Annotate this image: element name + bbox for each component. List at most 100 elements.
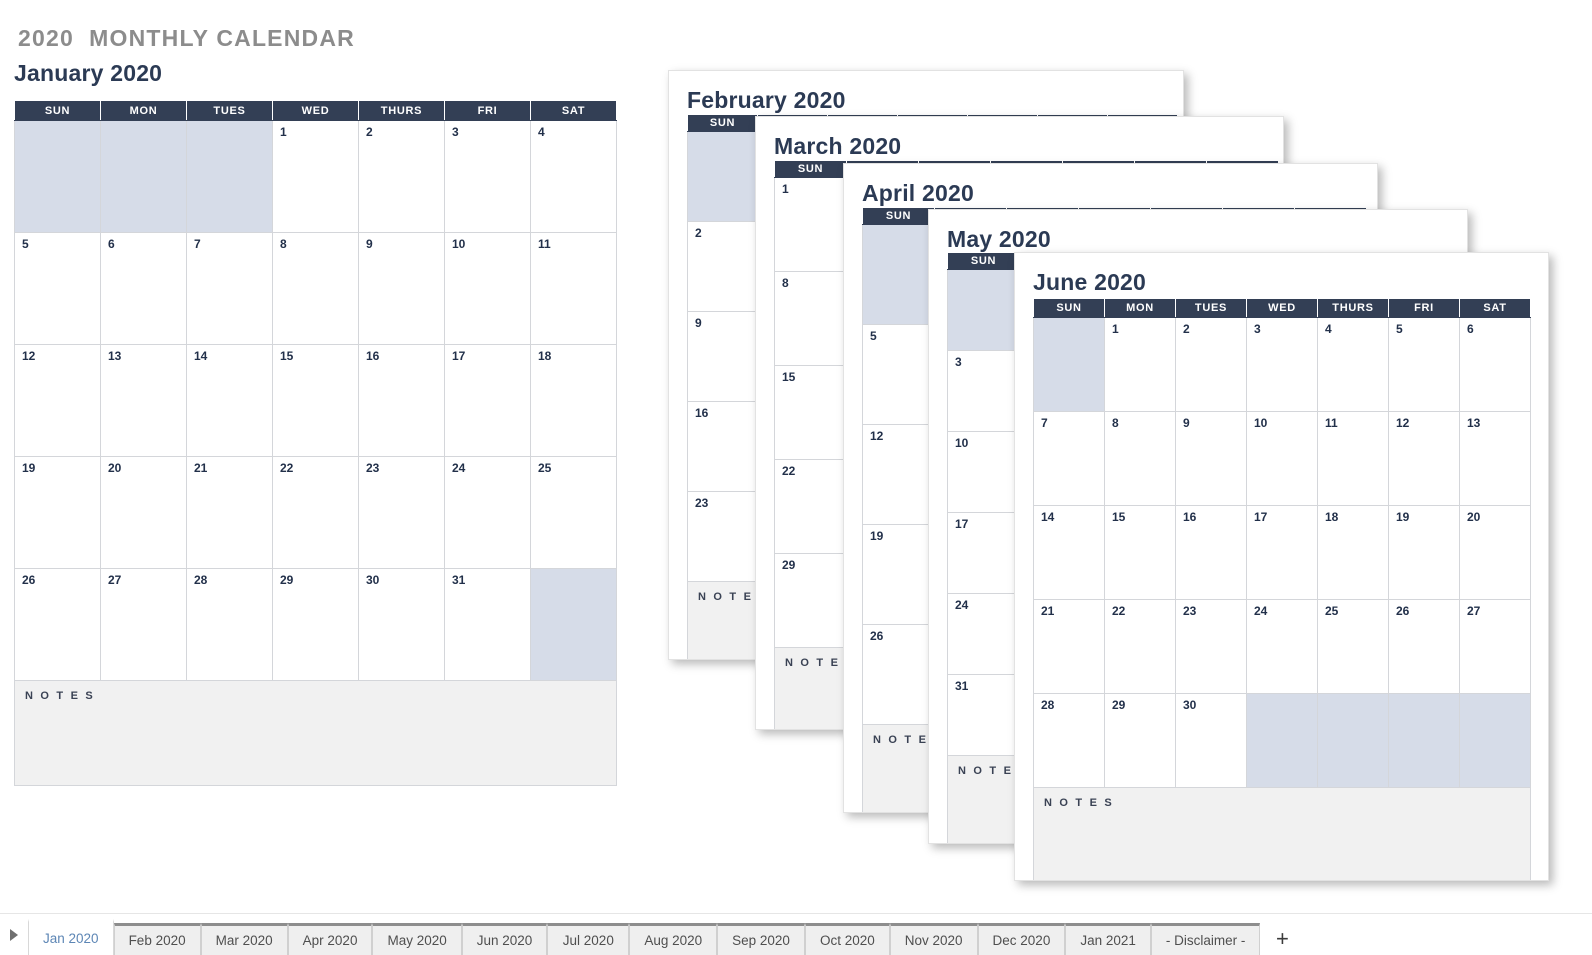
- sheet-tab-jan-2021[interactable]: Jan 2021: [1065, 923, 1151, 955]
- day-cell-29[interactable]: 29: [272, 568, 359, 681]
- notes-area[interactable]: N O T E S: [14, 680, 617, 786]
- day-cell-24[interactable]: 24: [1246, 599, 1318, 694]
- day-cell-11[interactable]: 11: [530, 232, 617, 345]
- day-cell-24[interactable]: 24: [947, 593, 1020, 675]
- day-cell-31[interactable]: 31: [444, 568, 531, 681]
- sheet-tab-mar-2020[interactable]: Mar 2020: [200, 923, 288, 955]
- day-cell-3[interactable]: 3: [947, 350, 1020, 432]
- day-cell-7[interactable]: 7: [186, 232, 273, 345]
- day-cell-2[interactable]: 2: [687, 221, 758, 312]
- day-cell-5[interactable]: 5: [862, 324, 935, 425]
- day-cell-26[interactable]: 26: [862, 624, 935, 725]
- empty-day-cell[interactable]: [1033, 317, 1105, 412]
- sheet-tab-jul-2020[interactable]: Jul 2020: [547, 923, 630, 955]
- day-cell-14[interactable]: 14: [1033, 505, 1105, 600]
- day-cell-3[interactable]: 3: [444, 120, 531, 233]
- day-cell-5[interactable]: 5: [14, 232, 101, 345]
- day-cell-11[interactable]: 11: [1317, 411, 1389, 506]
- day-cell-30[interactable]: 30: [1175, 693, 1247, 788]
- day-cell-16[interactable]: 16: [358, 344, 445, 457]
- day-cell-16[interactable]: 16: [1175, 505, 1247, 600]
- day-cell-9[interactable]: 9: [358, 232, 445, 345]
- month-sheet-june[interactable]: June 2020 SUN MON TUES WED THURS FRI SAT 1 2 3 4 5 6 7…: [1014, 252, 1549, 881]
- sheet-tab-dec-2020[interactable]: Dec 2020: [977, 923, 1066, 955]
- empty-day-cell[interactable]: [186, 120, 273, 233]
- sheet-tab-feb-2020[interactable]: Feb 2020: [113, 923, 201, 955]
- empty-day-cell[interactable]: [14, 120, 101, 233]
- day-cell-23[interactable]: 23: [687, 491, 758, 582]
- day-cell-15[interactable]: 15: [774, 365, 847, 460]
- day-cell-1[interactable]: 1: [774, 177, 847, 272]
- day-cell-20[interactable]: 20: [1459, 505, 1531, 600]
- sheet-tab-jun-2020[interactable]: Jun 2020: [461, 923, 548, 955]
- day-cell-13[interactable]: 13: [1459, 411, 1531, 506]
- day-cell-27[interactable]: 27: [100, 568, 187, 681]
- sheet-tab-may-2020[interactable]: May 2020: [372, 923, 462, 955]
- day-cell-8[interactable]: 8: [272, 232, 359, 345]
- empty-day-cell[interactable]: [1388, 693, 1460, 788]
- day-cell-29[interactable]: 29: [1104, 693, 1176, 788]
- day-cell-23[interactable]: 23: [358, 456, 445, 569]
- day-cell-7[interactable]: 7: [1033, 411, 1105, 506]
- sheet-tab-jan-2020[interactable]: Jan 2020: [28, 919, 114, 955]
- day-cell-22[interactable]: 22: [774, 459, 847, 554]
- empty-day-cell[interactable]: [1246, 693, 1318, 788]
- day-cell-27[interactable]: 27: [1459, 599, 1531, 694]
- day-cell-19[interactable]: 19: [1388, 505, 1460, 600]
- day-cell-4[interactable]: 4: [530, 120, 617, 233]
- day-cell-10[interactable]: 10: [947, 431, 1020, 513]
- day-cell-1[interactable]: 1: [272, 120, 359, 233]
- day-cell-13[interactable]: 13: [100, 344, 187, 457]
- notes-area[interactable]: N O T E S: [1033, 787, 1531, 880]
- empty-day-cell[interactable]: [530, 568, 617, 681]
- day-cell-16[interactable]: 16: [687, 401, 758, 492]
- day-cell-19[interactable]: 19: [862, 524, 935, 625]
- day-cell-6[interactable]: 6: [1459, 317, 1531, 412]
- day-cell-17[interactable]: 17: [444, 344, 531, 457]
- day-cell-6[interactable]: 6: [100, 232, 187, 345]
- day-cell-12[interactable]: 12: [14, 344, 101, 457]
- day-cell-22[interactable]: 22: [1104, 599, 1176, 694]
- day-cell-9[interactable]: 9: [687, 311, 758, 402]
- day-cell-28[interactable]: 28: [186, 568, 273, 681]
- day-cell-8[interactable]: 8: [774, 271, 847, 366]
- empty-day-cell[interactable]: [100, 120, 187, 233]
- day-cell-29[interactable]: 29: [774, 553, 847, 648]
- empty-day-cell[interactable]: [862, 224, 935, 325]
- day-cell-2[interactable]: 2: [1175, 317, 1247, 412]
- day-cell-22[interactable]: 22: [272, 456, 359, 569]
- sheet-tab-disclaimer[interactable]: - Disclaimer -: [1150, 923, 1261, 955]
- day-cell-23[interactable]: 23: [1175, 599, 1247, 694]
- day-cell-3[interactable]: 3: [1246, 317, 1318, 412]
- day-cell-21[interactable]: 21: [186, 456, 273, 569]
- day-cell-2[interactable]: 2: [358, 120, 445, 233]
- day-cell-20[interactable]: 20: [100, 456, 187, 569]
- day-cell-17[interactable]: 17: [1246, 505, 1318, 600]
- empty-day-cell[interactable]: [1459, 693, 1531, 788]
- day-cell-15[interactable]: 15: [272, 344, 359, 457]
- day-cell-12[interactable]: 12: [1388, 411, 1460, 506]
- empty-day-cell[interactable]: [1317, 693, 1389, 788]
- tab-scroll-left-button[interactable]: [0, 914, 28, 955]
- day-cell-15[interactable]: 15: [1104, 505, 1176, 600]
- day-cell-30[interactable]: 30: [358, 568, 445, 681]
- day-cell-19[interactable]: 19: [14, 456, 101, 569]
- sheet-tab-apr-2020[interactable]: Apr 2020: [287, 923, 373, 955]
- add-sheet-button[interactable]: +: [1260, 923, 1305, 955]
- day-cell-18[interactable]: 18: [530, 344, 617, 457]
- day-cell-8[interactable]: 8: [1104, 411, 1176, 506]
- day-cell-1[interactable]: 1: [1104, 317, 1176, 412]
- day-cell-4[interactable]: 4: [1317, 317, 1389, 412]
- sheet-tab-sep-2020[interactable]: Sep 2020: [717, 923, 805, 955]
- day-cell-10[interactable]: 10: [444, 232, 531, 345]
- day-cell-12[interactable]: 12: [862, 424, 935, 525]
- day-cell-21[interactable]: 21: [1033, 599, 1105, 694]
- sheet-tab-nov-2020[interactable]: Nov 2020: [889, 923, 978, 955]
- day-cell-17[interactable]: 17: [947, 512, 1020, 594]
- day-cell-10[interactable]: 10: [1246, 411, 1318, 506]
- empty-day-cell[interactable]: [947, 269, 1020, 351]
- day-cell-25[interactable]: 25: [1317, 599, 1389, 694]
- day-cell-9[interactable]: 9: [1175, 411, 1247, 506]
- day-cell-26[interactable]: 26: [1388, 599, 1460, 694]
- day-cell-28[interactable]: 28: [1033, 693, 1105, 788]
